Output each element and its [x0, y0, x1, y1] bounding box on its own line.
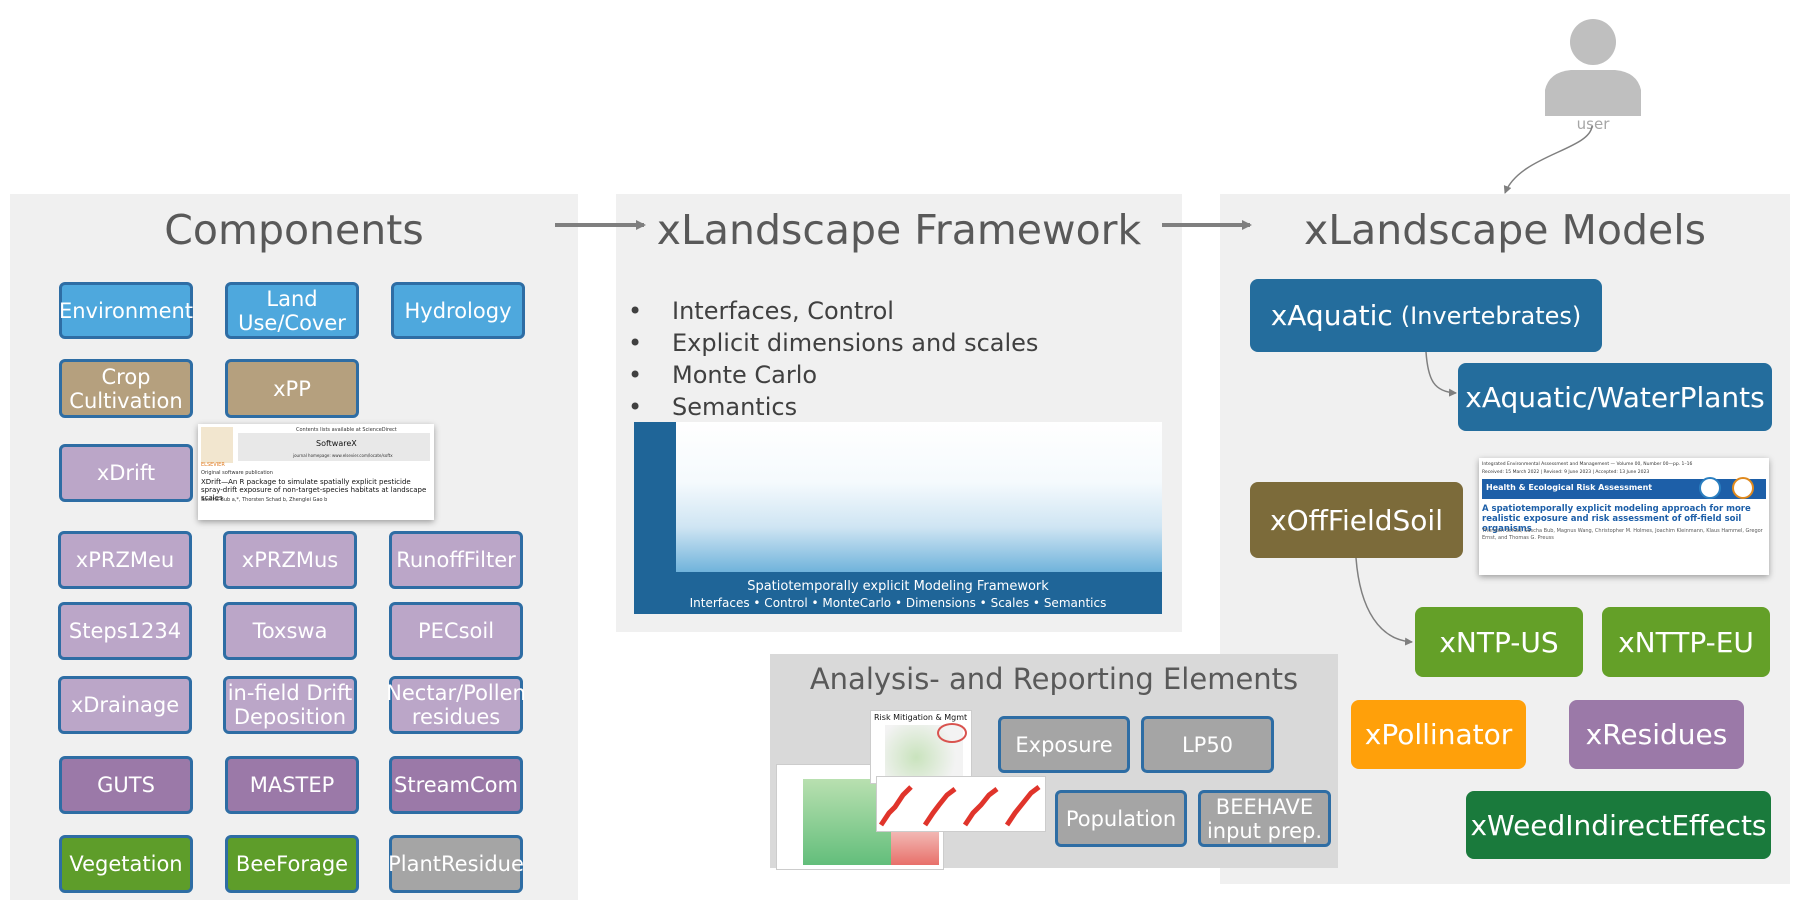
component-environment[interactable]: Environment [59, 282, 193, 339]
paper-journal-line: Integrated Environmental Assessment and … [1482, 462, 1693, 467]
analysis-population[interactable]: Population [1055, 790, 1187, 847]
arrow-user-to-models [1503, 125, 1593, 194]
analysis-beehave-input-prep[interactable]: BEEHAVE input prep. [1198, 790, 1331, 847]
framework-banner: Spatiotemporally explicit Modeling Frame… [634, 422, 1162, 614]
model-xaquatic-sub: (Invertebrates) [1400, 301, 1582, 330]
arrow-offfield-to-ntp [1355, 557, 1413, 646]
paper-authors: Sascha Bub a,*, Thorsten Schad b, Zhengl… [201, 497, 328, 503]
thumb-label: Risk Mitigation & Mgmt [874, 713, 968, 722]
model-xweedindirecteffects[interactable]: xWeedIndirectEffects [1466, 791, 1771, 859]
banner-gradient [676, 422, 1162, 572]
bullet-item: Explicit dimensions and scales [628, 327, 1038, 359]
badge-icon-1 [1699, 477, 1721, 499]
component-in-field-drift-deposition[interactable]: in-field Drift Deposition [223, 676, 357, 734]
bullet-item: Semantics [628, 391, 1038, 423]
paper-dates: Received: 15 March 2022 | Revised: 9 Jun… [1482, 470, 1650, 475]
component-toxswa[interactable]: Toxswa [223, 602, 357, 660]
model-xaquatic-waterplants[interactable]: xAquatic/WaterPlants [1458, 363, 1772, 431]
offfield-soil-paper-thumbnail[interactable]: Integrated Environmental Assessment and … [1479, 458, 1769, 575]
model-xaquatic-label: xAquatic [1270, 299, 1393, 332]
model-xntp-us[interactable]: xNTP-US [1415, 607, 1583, 677]
journal-name: SoftwareX [316, 439, 357, 448]
journal-homepage: journal homepage: www.elsevier.com/locat… [293, 453, 393, 458]
bullet-item: Monte Carlo [628, 359, 1038, 391]
publisher-label: ELSEVIER [201, 462, 225, 468]
model-xpollinator[interactable]: xPollinator [1351, 700, 1526, 769]
analysis-plots-thumbnail [876, 776, 1046, 832]
component-guts[interactable]: GUTS [59, 756, 193, 814]
component-xprzmus[interactable]: xPRZMus [223, 531, 357, 589]
elsevier-logo [201, 427, 233, 463]
badge-icon-2 [1732, 477, 1754, 499]
component-plantresidue[interactable]: PlantResidue [388, 835, 524, 893]
analysis-map-thumbnail: Risk Mitigation & Mgmt [870, 710, 972, 784]
model-xresidues[interactable]: xResidues [1569, 700, 1744, 769]
paper-section-label: Health & Ecological Risk Assessment [1486, 483, 1653, 492]
component-hydrology[interactable]: Hydrology [391, 282, 525, 339]
component-mastep[interactable]: MASTEP [225, 756, 359, 814]
model-xnttp-eu[interactable]: xNTTP-EU [1602, 607, 1770, 677]
component-beeforage[interactable]: BeeForage [225, 835, 359, 893]
bullet-item: Interfaces, Control [628, 295, 1038, 327]
plot-thumbnails-svg [878, 785, 1041, 827]
analysis-exposure[interactable]: Exposure [998, 716, 1130, 773]
component-land-use-cover[interactable]: Land Use/Cover [225, 282, 359, 339]
arrow-aquatic-to-waterplants [1425, 351, 1457, 397]
analysis-lp50[interactable]: LP50 [1141, 716, 1274, 773]
component-runofffilter[interactable]: RunoffFilter [389, 531, 523, 589]
banner-line-1: Spatiotemporally explicit Modeling Frame… [747, 579, 1049, 594]
model-xofffieldsoil[interactable]: xOffFieldSoil [1250, 482, 1463, 558]
component-vegetation[interactable]: Vegetation [59, 835, 193, 893]
component-nectar-pollen-residues[interactable]: Nectar/Pollen residues [386, 676, 526, 734]
component-crop-cultivation[interactable]: Crop Cultivation [59, 359, 193, 418]
paper-type: Original software publication [201, 470, 273, 476]
model-xaquatic[interactable]: xAquatic (Invertebrates) [1250, 279, 1602, 352]
framework-bullets: Interfaces, Control Explicit dimensions … [628, 295, 1038, 423]
xdrift-paper-thumbnail[interactable]: ELSEVIER Contents lists available at Sci… [198, 424, 434, 520]
component-steps1234[interactable]: Steps1234 [58, 602, 192, 660]
component-xdrainage[interactable]: xDrainage [58, 676, 192, 734]
paper-authors: Thorsten Schad, Sascha Bub, Magnus Wang,… [1482, 528, 1763, 541]
map-highlight-circle [937, 723, 967, 743]
component-xpp[interactable]: xPP [225, 359, 359, 418]
component-streamcom[interactable]: StreamCom [389, 756, 523, 814]
component-xprzmeu[interactable]: xPRZMeu [58, 531, 192, 589]
component-pecsoil[interactable]: PECsoil [389, 602, 523, 660]
component-xdrift[interactable]: xDrift [59, 444, 193, 502]
banner-line-2: Interfaces • Control • MonteCarlo • Dime… [689, 596, 1107, 610]
